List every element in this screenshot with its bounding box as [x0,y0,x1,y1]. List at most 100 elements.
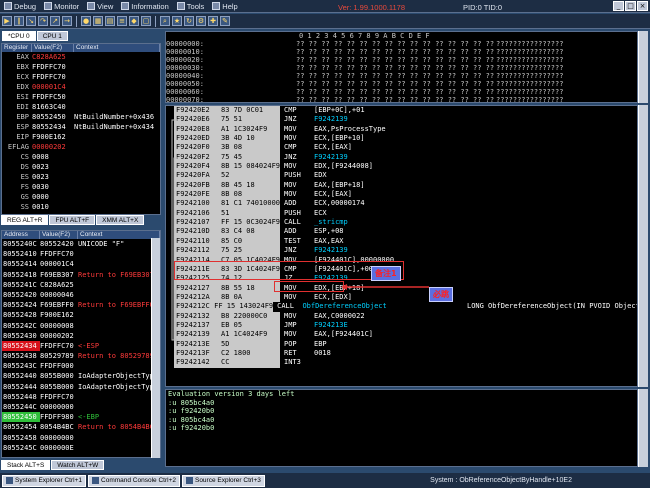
run-icon[interactable]: ▶ [2,16,12,26]
tab-command-console[interactable]: Command Console Ctrl+2 [88,474,180,487]
stack-row[interactable]: 8055242C 00000008 [2,321,160,331]
register-value[interactable]: 80552450 [32,112,74,122]
tab-system-explorer[interactable]: System Explorer Ctrl+1 [2,474,87,487]
step-out-icon[interactable]: ↗ [50,16,60,26]
disasm-row[interactable]: F9242137 EB 05 JMP F924213E [174,320,637,331]
disasm-row[interactable]: F9242110 85 C0 TEST EAX,EAX [174,236,637,247]
tab-source-explorer[interactable]: Source Explorer Ctrl+3 [181,474,265,487]
pause-icon[interactable]: ∥ [14,16,24,26]
register-value[interactable]: 81663C40 [32,102,74,112]
step-into-icon[interactable]: ↘ [26,16,36,26]
register-value[interactable]: 0008 [32,152,74,162]
close-icon[interactable]: × [637,1,648,11]
disasm-row[interactable]: F9242106 51 PUSH ECX [174,208,637,219]
step-over-icon[interactable]: ↷ [38,16,48,26]
disasm-row[interactable]: F92420FA 52 PUSH EDX [174,171,637,181]
log-icon[interactable]: ✎ [220,16,230,26]
stack-row[interactable]: 80552444 8055B000 IoAdapterObjectType [2,382,160,392]
tab-cpu1[interactable]: CPU 1 [36,31,68,41]
stack-row[interactable]: 8055243C FFDFF000 [2,361,160,371]
hex-row[interactable]: 00000020: ?? ?? ?? ?? ?? ?? ?? ?? ?? ?? ?… [166,56,637,64]
register-row[interactable]: EAX C828A625 [2,52,160,62]
hex-scrollbar[interactable] [638,31,648,103]
register-row[interactable]: EDX 000001C4 [2,82,160,92]
stack-row[interactable]: 8055241C C828A625 [2,280,160,290]
stack-row[interactable]: 80552420 00000046 [2,290,160,300]
hex-row[interactable]: 00000040: ?? ?? ?? ?? ?? ?? ?? ?? ?? ?? ?… [166,72,637,80]
disasm-row[interactable]: F924212A 8B 0A MOV ECX,[EDX] [174,292,637,303]
hex-row[interactable]: 00000010: ?? ?? ?? ?? ?? ?? ?? ?? ?? ?? ?… [166,48,637,56]
minimize-icon[interactable]: _ [613,1,624,11]
register-row[interactable]: ES 0023 [2,172,160,182]
stack-row[interactable]: 80552448 FFDFFC70 [2,392,160,402]
run-to-cursor-icon[interactable]: → [62,16,72,26]
menu-tools[interactable]: Tools [173,0,209,13]
menu-debug[interactable]: Debug [0,0,40,13]
stack-row[interactable]: 80552438 80529789 Return to 80529789 [2,351,160,361]
stack-row[interactable]: 80552430 00000202 [2,331,160,341]
register-value[interactable]: 80552434 [32,122,74,132]
register-row[interactable]: ECX FFDFFC70 [2,72,160,82]
modules-icon[interactable]: ▤ [105,16,115,26]
register-value[interactable]: FFDFFC50 [32,92,74,102]
threads-icon[interactable]: ≡ [117,16,127,26]
register-row[interactable]: EDI 81663C40 [2,102,160,112]
register-value[interactable]: F900E162 [32,132,74,142]
disassembly-scrollbar[interactable] [638,105,648,387]
stack-row[interactable]: 80552458 00000000 [2,433,160,443]
register-row[interactable]: EFLAG 00000202 [2,142,160,152]
plugin-icon[interactable]: ✚ [208,16,218,26]
handles-icon[interactable]: ◆ [129,16,139,26]
disasm-row[interactable]: F92420F2 75 45 JNZ F9242139 [174,152,637,163]
register-value[interactable]: 00000202 [32,142,74,152]
memory-dump-panel[interactable]: 0 1 2 3 4 5 6 7 8 9 A B C D E F 00000000… [165,31,638,103]
register-value[interactable]: FFDFFC70 [32,72,74,82]
disasm-row[interactable]: F924213E 5D POP EBP [174,339,637,349]
register-row[interactable]: FS 0030 [2,182,160,192]
register-row[interactable]: EBX FFDFFC70 [2,62,160,72]
stack-row[interactable]: 80552450 FFDFF980 <-EBP [2,412,160,423]
disasm-row[interactable]: F92420E2 83 7D 0C01 CMP [EBP+0C],+01 [174,106,637,116]
register-value[interactable]: 0023 [32,162,74,172]
disasm-row[interactable]: F924210D 83 C4 08 ADD ESP,+08 [174,227,637,237]
stack-row[interactable]: 8055245C 0000000E [2,443,160,453]
disasm-row[interactable]: F92420FE 8B 08 MOV ECX,[EAX] [174,190,637,200]
disasm-row[interactable]: F924213F C2 1800 RET 0018 [174,348,637,359]
register-row[interactable]: EBP 80552450 NtBuildNumber+0x436 [2,112,160,122]
stack-row[interactable]: 8055240C 80552420 UNICODE "F" [2,239,160,249]
stack-panel[interactable]: Address Value(F2) Context 8055240C 805524… [1,230,161,458]
menu-information[interactable]: Information [117,0,173,13]
register-value[interactable]: C828A625 [32,52,74,62]
register-row[interactable]: SS 0010 [2,202,160,212]
tab-stack[interactable]: Stack ALT+S [1,460,51,470]
tab-fpu[interactable]: FPU ALT+F [49,215,96,225]
stack-row[interactable]: 80552440 8055B000 IoAdapterObjectType [2,371,160,381]
hex-row[interactable]: 00000070: ?? ?? ?? ?? ?? ?? ?? ?? ?? ?? ?… [166,96,637,102]
register-row[interactable]: DS 0023 [2,162,160,172]
register-row[interactable]: EIP F900E162 [2,132,160,142]
stack-row[interactable]: 80552424 F69EBFF0 Return to F69EBFF0 [2,300,160,310]
disasm-row[interactable]: F9242100 81 C1 74010000 ADD ECX,00000174 [174,199,637,209]
register-value[interactable]: 0023 [32,172,74,182]
disasm-row[interactable]: F92420FB 8B 45 18 MOV EAX,[EBP+18] [174,180,637,191]
disasm-row[interactable]: F9242139 A1 1C4024F9 MOV EAX,[F924401C] [174,330,637,340]
disasm-row[interactable]: F92420F4 8B 15 084024F9 MOV EDX,[F9244008] [174,162,637,172]
maximize-icon[interactable]: □ [625,1,636,11]
register-value[interactable]: 0000 [32,192,74,202]
stack-row[interactable]: 80552434 FFDFFC70 <-ESP [2,340,160,352]
register-value[interactable]: 0010 [32,202,74,212]
disasm-row[interactable]: F92420E8 A1 1C3024F9 MOV EAX,PsProcessType [174,124,637,135]
disasm-row[interactable]: F92420E6 75 51 JNZ F9242139 [174,115,637,125]
hex-row[interactable]: 00000000: ?? ?? ?? ?? ?? ?? ?? ?? ?? ?? ?… [166,40,637,48]
breakpoint-icon[interactable]: ● [81,16,91,26]
register-row[interactable]: CS 0008 [2,152,160,162]
windows-icon[interactable]: ▢ [141,16,151,26]
memory-icon[interactable]: ▦ [93,16,103,26]
disasm-row[interactable]: F924212C FF 15 143024F9 CALL ObfDereference… [174,302,637,312]
menu-monitor[interactable]: Monitor [40,0,83,13]
tab-xmm[interactable]: XMM ALT+X [96,215,145,225]
stack-row[interactable]: 80552414 000001C4 [2,259,160,269]
tab-watch[interactable]: Watch ALT+W [51,460,105,470]
hex-row[interactable]: 00000050: ?? ?? ?? ?? ?? ?? ?? ?? ?? ?? ?… [166,80,637,88]
stack-scrollbar[interactable] [151,238,160,458]
